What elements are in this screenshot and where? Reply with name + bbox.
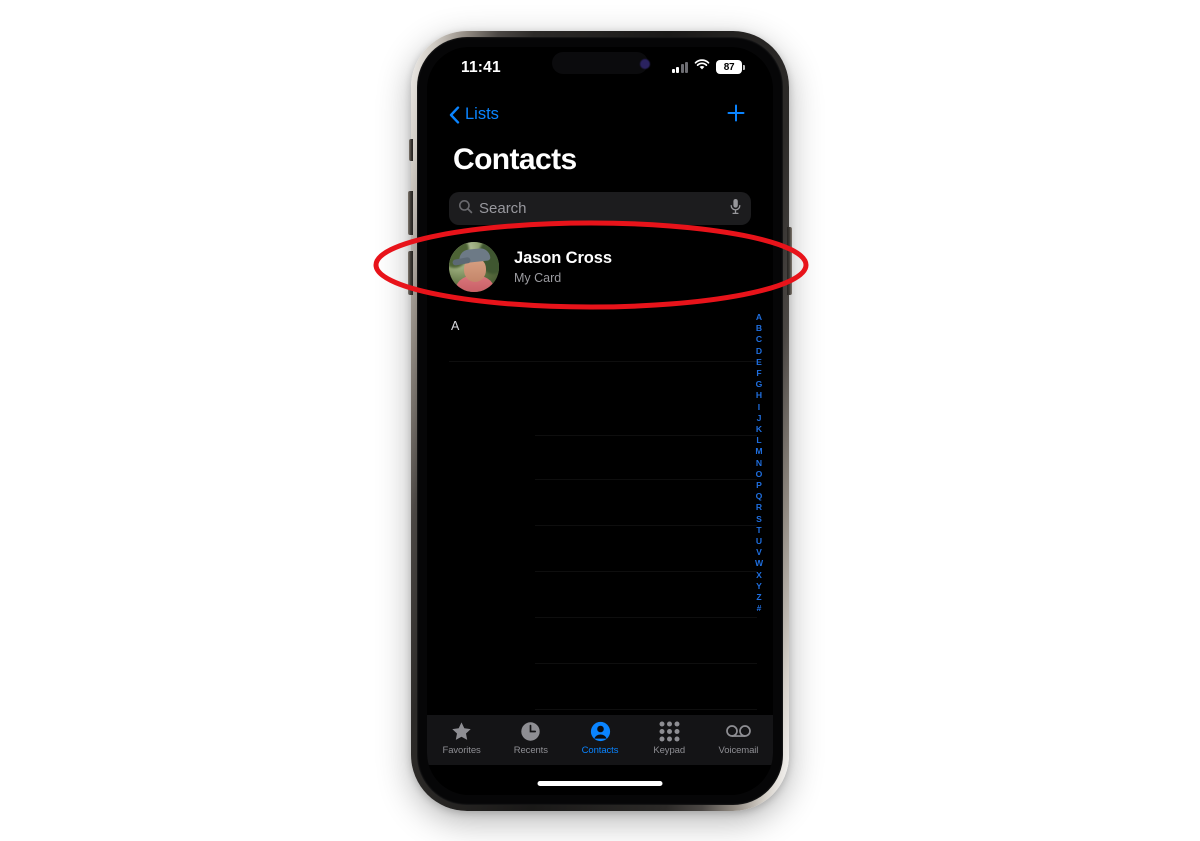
- alphabet-index-letter[interactable]: H: [756, 390, 762, 401]
- tab-voicemail[interactable]: Voicemail: [704, 720, 773, 756]
- alphabet-index-letter[interactable]: D: [756, 346, 762, 357]
- tab-label: Voicemail: [718, 745, 759, 756]
- table-row[interactable]: [535, 525, 757, 526]
- alphabet-index-letter[interactable]: M: [755, 446, 762, 457]
- alphabet-index-scrubber[interactable]: A B C D E F G H I J K L M N O P Q R S T U V W X Y Z #: [751, 312, 767, 614]
- plus-icon: [725, 104, 747, 128]
- table-row[interactable]: [535, 709, 757, 710]
- status-indicators: 87: [671, 58, 745, 76]
- alphabet-index-letter[interactable]: G: [756, 379, 763, 390]
- dynamic-island: [552, 52, 648, 74]
- table-row[interactable]: [535, 571, 757, 572]
- avatar: [449, 242, 499, 292]
- alphabet-index-letter[interactable]: V: [756, 547, 762, 558]
- alphabet-index-letter[interactable]: B: [756, 323, 762, 334]
- alphabet-index-letter[interactable]: Q: [756, 491, 763, 502]
- alphabet-index-letter[interactable]: O: [756, 469, 763, 480]
- alphabet-index-letter[interactable]: L: [756, 435, 761, 446]
- search-input[interactable]: Search: [449, 192, 751, 225]
- alphabet-index-letter[interactable]: F: [756, 368, 761, 379]
- keypad-grid-icon: [659, 720, 680, 742]
- table-row[interactable]: [535, 663, 757, 664]
- alphabet-index-letter[interactable]: I: [758, 402, 760, 413]
- alphabet-index-letter[interactable]: P: [756, 480, 762, 491]
- phone-bezel: 11:41 87 Lists Contacts Search Jason Cro…: [417, 37, 783, 805]
- tab-label: Recents: [513, 745, 548, 756]
- alphabet-index-letter[interactable]: T: [756, 525, 761, 536]
- add-contact-button[interactable]: [725, 102, 747, 129]
- silent-switch[interactable]: [409, 139, 413, 161]
- face-id-sensor-dot: [640, 59, 650, 69]
- status-time: 11:41: [461, 59, 501, 76]
- contacts-list[interactable]: [427, 339, 773, 754]
- section-header-a: A: [451, 319, 460, 333]
- alphabet-index-letter[interactable]: Z: [756, 592, 761, 603]
- tab-bar: Favorites Recents Contacts Keypad Voicemail: [427, 715, 773, 765]
- clock-icon: [520, 720, 541, 742]
- tab-contacts[interactable]: Contacts: [565, 720, 634, 756]
- table-row[interactable]: [449, 361, 757, 362]
- alphabet-index-letter[interactable]: R: [756, 502, 762, 513]
- table-row[interactable]: [535, 479, 757, 480]
- battery-percent-label: 87: [716, 60, 742, 74]
- navigation-bar: Lists: [427, 102, 773, 139]
- home-indicator: [537, 781, 663, 786]
- alphabet-index-letter[interactable]: S: [756, 514, 762, 525]
- page-title: Contacts: [453, 143, 577, 176]
- back-button-label: Lists: [465, 105, 499, 123]
- alphabet-index-letter[interactable]: K: [756, 424, 762, 435]
- phone-screen: 11:41 87 Lists Contacts Search Jason Cro…: [427, 47, 773, 795]
- alphabet-index-letter[interactable]: E: [756, 357, 762, 368]
- alphabet-index-letter[interactable]: C: [756, 334, 762, 345]
- alphabet-index-letter[interactable]: U: [756, 536, 762, 547]
- volume-down-button[interactable]: [408, 251, 413, 295]
- tab-label: Keypad: [653, 745, 686, 756]
- wifi-icon: [694, 58, 710, 76]
- cellular-signal-icon: [671, 61, 688, 73]
- alphabet-index-letter[interactable]: Y: [756, 581, 762, 592]
- alphabet-index-letter[interactable]: J: [757, 413, 762, 424]
- power-button[interactable]: [787, 227, 792, 295]
- alphabet-index-letter[interactable]: A: [756, 312, 762, 323]
- alphabet-index-letter[interactable]: X: [756, 570, 762, 581]
- search-icon: [458, 199, 473, 219]
- iphone-device-frame: 11:41 87 Lists Contacts Search Jason Cro…: [408, 31, 792, 811]
- alphabet-index-letter[interactable]: W: [755, 558, 763, 569]
- volume-up-button[interactable]: [408, 191, 413, 235]
- my-card-row[interactable]: Jason Cross My Card: [449, 236, 761, 298]
- star-icon: [451, 720, 472, 742]
- voicemail-icon: [726, 720, 751, 742]
- table-row[interactable]: [535, 617, 757, 618]
- search-placeholder-text: Search: [479, 200, 527, 217]
- tab-label: Contacts: [581, 745, 619, 756]
- chevron-left-icon: [449, 105, 460, 124]
- status-bar: 11:41 87: [427, 47, 773, 95]
- tab-favorites[interactable]: Favorites: [427, 720, 496, 756]
- person-circle-icon: [590, 720, 611, 742]
- alphabet-index-letter[interactable]: N: [756, 458, 762, 469]
- alphabet-index-letter[interactable]: #: [757, 603, 762, 614]
- tab-label: Favorites: [442, 745, 481, 756]
- battery-icon: 87: [716, 60, 745, 74]
- tab-keypad[interactable]: Keypad: [635, 720, 704, 756]
- back-button-lists[interactable]: Lists: [449, 105, 499, 124]
- table-row[interactable]: [535, 435, 757, 436]
- contact-name: Jason Cross: [514, 249, 612, 267]
- my-card-subtitle: My Card: [514, 271, 562, 285]
- microphone-icon[interactable]: [729, 198, 742, 220]
- my-card-text: Jason Cross My Card: [514, 249, 612, 285]
- tab-recents[interactable]: Recents: [496, 720, 565, 756]
